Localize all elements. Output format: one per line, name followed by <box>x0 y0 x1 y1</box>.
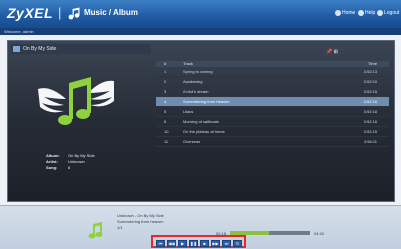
track-number: 2 <box>164 79 167 84</box>
meta-album-key: Album: <box>46 153 60 158</box>
table-row[interactable]: 6 Morning of sailboats 3:52:16 <box>156 117 389 127</box>
repeat-icon: ↻ <box>235 241 240 246</box>
table-row[interactable]: 10 On the plateau at home 3:52:15 <box>156 127 389 137</box>
music-note-icon <box>88 222 103 239</box>
table-tools[interactable]: 📌 ⊞ <box>326 49 338 55</box>
app-window: ZyXEL | Music / Album Home Help Logout W… <box>0 0 401 249</box>
track-name: On the plateau at home <box>183 129 225 134</box>
track-name: Surrendering from heaven <box>183 99 230 104</box>
help-icon <box>358 10 364 16</box>
track-number: 6 <box>164 119 167 124</box>
album-panel: On By My Side Album: On By My Side Artist… <box>7 40 396 215</box>
track-time: 3:52:18 <box>363 109 377 114</box>
now-playing-track: Surrendering from heaven <box>117 219 164 224</box>
meta-artist-value: Unknown <box>68 159 85 164</box>
rewind-icon: ◀◀ <box>168 241 175 246</box>
table-row[interactable]: 1 Spring is coming 3:52:13 <box>156 67 389 77</box>
prev-button[interactable]: ⏮ <box>156 240 165 247</box>
track-name: Morning of sailboats <box>183 119 219 124</box>
rewind-button[interactable]: ◀◀ <box>167 240 176 247</box>
track-time: 3:52:16 <box>363 99 377 104</box>
welcome-text: Welcome, admin <box>4 29 34 34</box>
table-row[interactable]: 3 A bird's dream 3:52:15 <box>156 87 389 97</box>
table-row[interactable]: 2 Awakening 3:52:10 <box>156 77 389 87</box>
forward-icon: ▶▶ <box>212 241 219 246</box>
track-name: Awakening <box>183 79 203 84</box>
track-time: 3:52:10 <box>363 79 377 84</box>
table-row[interactable]: 4 Surrendering from heaven 3:52:16 <box>156 97 389 107</box>
page-title: Music / Album <box>84 8 138 17</box>
track-name: A bird's dream <box>183 89 209 94</box>
track-name: Overseas <box>183 139 201 144</box>
help-button[interactable]: Help <box>358 10 375 16</box>
now-playing-count: 1/1 <box>117 225 123 230</box>
logout-label: Logout <box>384 10 400 16</box>
prev-icon: ⏮ <box>158 241 163 246</box>
home-label: Home <box>342 10 356 16</box>
meta-album: Album: On By My Side <box>46 153 95 158</box>
track-time: 3:56:11 <box>363 139 377 144</box>
pin-icon[interactable]: 📌 <box>326 49 332 55</box>
album-title: On By My Side <box>23 46 57 52</box>
pause-icon: ❚❚ <box>190 241 197 246</box>
meta-song-value: 8 <box>68 165 71 170</box>
track-name: Spring is coming <box>183 69 213 74</box>
track-table: # Track Time 1 Spring is coming 3:52:13 2 Aw… <box>156 61 389 147</box>
logo-separator: | <box>58 5 62 20</box>
track-number: 5 <box>164 109 167 114</box>
playback-controls: ⏮ ◀◀ ▶ ❚❚ ■ ▶▶ ⏭ ↻ <box>151 235 246 248</box>
top-header: ZyXEL | Music / Album Home Help Logout <box>0 0 401 28</box>
home-icon <box>335 10 341 16</box>
meta-album-value: On By My Side <box>68 153 95 158</box>
now-playing-album: Unknown - On By My Side <box>117 213 164 218</box>
track-number: 11 <box>164 139 169 144</box>
music-note-icon <box>68 7 80 20</box>
track-time: 3:52:13 <box>363 69 377 74</box>
track-number: 3 <box>164 89 167 94</box>
track-time: 3:52:15 <box>363 89 377 94</box>
album-header: On By My Side <box>11 44 151 54</box>
track-time: 3:52:16 <box>363 119 377 124</box>
forward-button[interactable]: ▶▶ <box>211 240 220 247</box>
zyxel-logo: ZyXEL <box>7 5 54 21</box>
meta-song: Song: 8 <box>46 165 70 170</box>
track-number: 4 <box>164 99 167 104</box>
stop-icon: ■ <box>203 241 206 246</box>
logout-icon <box>377 10 383 16</box>
play-icon: ▶ <box>180 241 185 246</box>
logout-button[interactable]: Logout <box>377 10 399 16</box>
track-time: 3:52:15 <box>363 129 377 134</box>
track-name: Lilacs <box>183 109 194 114</box>
next-icon: ⏭ <box>224 241 229 246</box>
table-row[interactable]: 11 Overseas 3:56:11 <box>156 137 389 147</box>
sub-bar: Welcome, admin <box>0 28 401 35</box>
meta-song-key: Song: <box>46 165 58 170</box>
help-label: Help <box>365 10 376 16</box>
next-button[interactable]: ⏭ <box>222 240 231 247</box>
play-button[interactable]: ▶ <box>178 240 187 247</box>
winged-music-note-icon <box>38 77 114 125</box>
track-number: 10 <box>164 129 169 134</box>
table-row[interactable]: 5 Lilacs 3:52:18 <box>156 107 389 117</box>
meta-artist: Artist: Unknown <box>46 159 85 164</box>
stop-button[interactable]: ■ <box>200 240 209 247</box>
pause-button[interactable]: ❚❚ <box>189 240 198 247</box>
player-bar: Unknown - On By My Side Surrendering fro… <box>0 205 401 249</box>
time-total: 04:42 <box>314 231 325 236</box>
grid-view-icon[interactable]: ⊞ <box>334 49 338 55</box>
repeat-button[interactable]: ↻ <box>233 240 242 247</box>
meta-artist-key: Artist: <box>46 159 58 164</box>
home-button[interactable]: Home <box>335 10 355 16</box>
track-number: 1 <box>164 69 167 74</box>
album-thumbnail-icon <box>13 46 20 52</box>
